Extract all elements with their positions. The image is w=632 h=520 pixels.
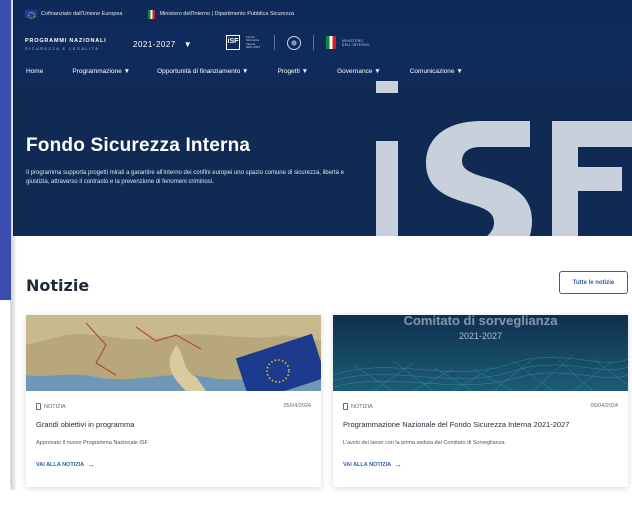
- republic-emblem-icon[interactable]: [287, 35, 301, 50]
- news-card-image: [26, 315, 321, 391]
- isf-logo-icon[interactable]: iSF: [226, 35, 240, 50]
- news-card-image: Comitato di sorveglianza 2021-2027: [333, 315, 628, 391]
- news-card-summary: L'avvio dei lavori con la prima seduta d…: [343, 440, 505, 446]
- programmi-nazionali-subtitle: SICUREZZA E LEGALITÀ: [25, 45, 100, 51]
- hero-title: Fondo Sicurezza Interna: [26, 135, 251, 156]
- programmi-nazionali-title: PROGRAMMI NAZIONALI: [25, 37, 107, 44]
- ministero-label[interactable]: MINISTERO DELL'INTERNO: [342, 39, 376, 47]
- document-icon: [343, 403, 348, 410]
- nav-progetti[interactable]: Progetti ▼: [277, 68, 308, 75]
- nav-comunicazione[interactable]: Comunicazione ▼: [410, 68, 463, 75]
- window-shadow: [11, 0, 17, 490]
- news-card-meta: NOTIZIA 05/04/2024: [343, 403, 618, 410]
- ministry-link[interactable]: Ministero dell'Interno | Dipartimento Pu…: [148, 9, 295, 19]
- top-institutional-bar: Cofinanziato dall'Unione Europea Ministe…: [13, 0, 632, 28]
- eu-cofunding-label: Cofinanziato dall'Unione Europea: [41, 11, 123, 17]
- partner-logos: iSF Fondo Sicurezza Interna 2021-2027 MI…: [226, 35, 376, 50]
- nav-home[interactable]: Home: [26, 68, 43, 75]
- browser-page: Cofinanziato dall'Unione Europea Ministe…: [13, 0, 632, 520]
- image-overlay-years: 2021-2027: [458, 331, 503, 341]
- chevron-down-icon: ▼: [183, 40, 193, 49]
- period-selector[interactable]: 2021-2027 ▼: [133, 40, 192, 49]
- nav-programmazione[interactable]: Programmazione ▼: [72, 68, 130, 75]
- news-category-label: NOTIZIA: [44, 403, 66, 410]
- news-card-summary: Approvato il nuovo Programma Nazionale I…: [36, 440, 148, 446]
- europe-map-image: [26, 315, 321, 391]
- main-navigation: Home Programmazione ▼ Opportunità di fin…: [13, 61, 632, 81]
- news-read-more-label: VAI ALLA NOTIZIA: [36, 462, 85, 468]
- news-read-more-link[interactable]: VAI ALLA NOTIZIA →: [36, 460, 96, 469]
- logo-divider: [313, 35, 314, 50]
- image-overlay-title: Comitato di sorveglianza: [403, 315, 558, 328]
- news-card-title[interactable]: Programmazione Nazionale del Fondo Sicur…: [343, 420, 618, 429]
- logo-divider: [274, 35, 275, 50]
- news-category: NOTIZIA: [343, 403, 373, 410]
- background-window-panel: [0, 300, 11, 486]
- news-date: 05/04/2024: [590, 403, 618, 409]
- all-news-button[interactable]: Tutte le notizie: [559, 271, 628, 294]
- news-read-more-link[interactable]: VAI ALLA NOTIZIA →: [343, 460, 403, 469]
- programmi-nazionali-logo[interactable]: PROGRAMMI NAZIONALI SICUREZZA E LEGALITÀ: [25, 38, 107, 52]
- news-card[interactable]: Comitato di sorveglianza 2021-2027 NOTIZ…: [333, 315, 628, 487]
- isf-logo-caption: Fondo Sicurezza Interna 2021-2027: [246, 34, 261, 49]
- italian-flag-icon: [148, 9, 156, 19]
- news-category: NOTIZIA: [36, 403, 66, 410]
- news-category-label: NOTIZIA: [351, 403, 373, 410]
- eu-cofunding-link[interactable]: Cofinanziato dall'Unione Europea: [25, 10, 123, 19]
- news-card-title[interactable]: Grandi obiettivi in programma: [36, 420, 311, 429]
- ministry-label: Ministero dell'Interno | Dipartimento Pu…: [159, 11, 295, 17]
- document-icon: [36, 403, 41, 410]
- arrow-right-icon: →: [394, 460, 403, 469]
- isf-hero-graphic: [376, 81, 632, 236]
- news-card-meta: NOTIZIA 05/04/2024: [36, 403, 311, 410]
- news-heading: Notizie: [26, 276, 90, 295]
- nav-governance[interactable]: Governance ▼: [337, 68, 381, 75]
- eu-flag-icon: [25, 10, 37, 19]
- news-read-more-label: VAI ALLA NOTIZIA: [343, 462, 392, 468]
- news-date: 05/04/2024: [283, 403, 311, 409]
- background-window-sidebar: [0, 0, 11, 300]
- arrow-right-icon: →: [87, 460, 96, 469]
- brand-header: PROGRAMMI NAZIONALI SICUREZZA E LEGALITÀ…: [13, 28, 632, 61]
- hero-description: Il programma supporta progetti mirati a …: [26, 170, 344, 185]
- hero-banner: Fondo Sicurezza Interna Il programma sup…: [13, 81, 632, 236]
- nav-opportunita[interactable]: Opportunità di finanziamento ▼: [157, 68, 248, 75]
- ministry-flag-icon: [326, 36, 336, 49]
- period-value: 2021-2027: [133, 40, 176, 49]
- news-card[interactable]: NOTIZIA 05/04/2024 Grandi obiettivi in p…: [26, 315, 321, 487]
